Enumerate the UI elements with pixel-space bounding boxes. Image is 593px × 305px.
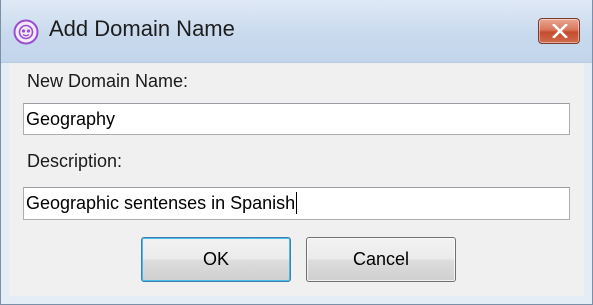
close-x-icon: [552, 24, 568, 38]
dialog-body: New Domain Name: Geography Description: …: [9, 63, 584, 296]
ok-button[interactable]: OK: [141, 237, 291, 282]
description-label: Description:: [27, 151, 123, 171]
domain-name-value: Geography: [26, 109, 116, 129]
close-button[interactable]: [538, 18, 580, 44]
title-bar[interactable]: Add Domain Name: [1, 0, 592, 63]
description-input[interactable]: Geographic sentenses in Spanish: [23, 187, 570, 220]
description-value: Geographic sentenses in Spanish: [26, 193, 296, 213]
dialog-title: Add Domain Name: [49, 16, 235, 41]
app-icon: [13, 19, 39, 45]
text-caret: [296, 192, 298, 215]
domain-name-input[interactable]: Geography: [23, 103, 570, 135]
domain-name-label: New Domain Name:: [27, 71, 189, 91]
cancel-button[interactable]: Cancel: [306, 237, 456, 282]
add-domain-dialog: Add Domain Name New Domain Name: Geograp…: [0, 0, 593, 305]
